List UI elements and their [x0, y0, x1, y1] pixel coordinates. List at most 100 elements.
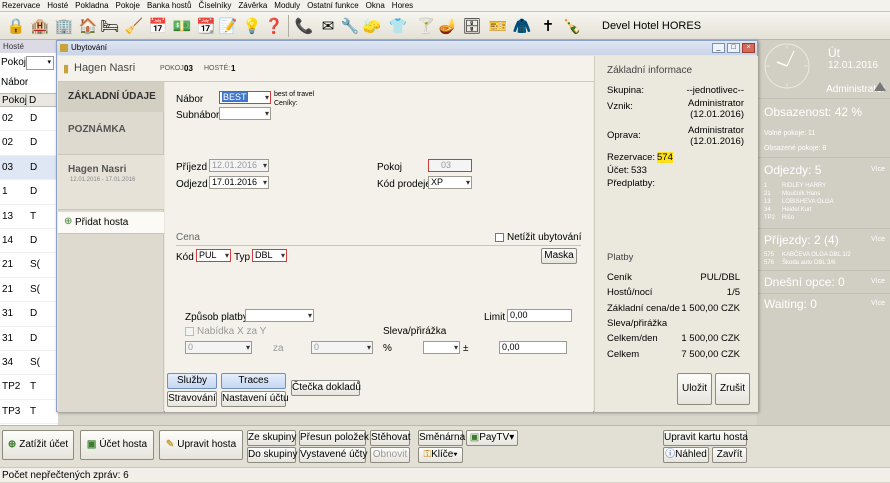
- second-column-header[interactable]: D: [26, 94, 36, 107]
- guest-row[interactable]: TP2 T: [0, 375, 58, 400]
- calendar-2-icon[interactable]: 📆: [196, 15, 216, 37]
- arrival-item[interactable]: 575 KABČEVA OLGA DBL 1/2: [764, 252, 851, 258]
- cancel-button[interactable]: Zrušit: [715, 373, 750, 405]
- code-select[interactable]: PUL: [196, 249, 231, 262]
- guest-row[interactable]: TP3 T: [0, 400, 58, 425]
- broom-icon[interactable]: 🧽: [362, 15, 382, 37]
- menu-item[interactable]: Hores: [392, 0, 413, 11]
- guest-entry[interactable]: Hagen Nasri 12.01.2016 - 17.01.2016: [58, 154, 164, 210]
- cocktail-icon[interactable]: 🍸: [416, 15, 436, 37]
- keys-button[interactable]: ⚿Klíče▾: [418, 447, 463, 463]
- departure-item[interactable]: 13 LOBISHEVA OLGA: [764, 199, 834, 205]
- waiting-section[interactable]: Waiting: 0 Více: [757, 293, 890, 315]
- departure-item[interactable]: 1 RIDLEY HARRY: [764, 183, 826, 189]
- add-guest-button[interactable]: ⊕ Přidat hosta: [58, 212, 164, 234]
- coat-hanger-icon[interactable]: 🧥: [512, 15, 532, 37]
- issued-accounts-button[interactable]: Vystavené účty: [299, 447, 367, 463]
- menu-item[interactable]: Pokoje: [116, 0, 140, 11]
- menu-item[interactable]: Ostatní funkce: [307, 0, 359, 11]
- payment-method-select[interactable]: [245, 309, 314, 322]
- menu-item[interactable]: Banka hostů: [147, 0, 191, 11]
- exchange-button[interactable]: Směnárna: [418, 430, 465, 446]
- charge-account-button[interactable]: ⊕ Zatížit účet: [2, 430, 74, 460]
- traces-button[interactable]: Traces: [221, 373, 286, 389]
- departures-more-link[interactable]: Více: [871, 166, 885, 173]
- tab-basic-info[interactable]: ZÁKLADNÍ ÚDAJE: [58, 82, 164, 112]
- dont-charge-checkbox[interactable]: [495, 233, 504, 242]
- document-reader-button[interactable]: Čtečka dokladů: [291, 380, 361, 396]
- lock-icon[interactable]: 🔒: [6, 15, 26, 37]
- guest-row[interactable]: 03 D: [0, 155, 58, 181]
- wrench-icon[interactable]: 🔧: [340, 15, 360, 37]
- arrivals-section[interactable]: Příjezdy: 2 (4) Více 575 KABČEVA OLGA DBL…: [757, 228, 890, 269]
- hotel-add-icon[interactable]: 🏨: [30, 15, 50, 37]
- maximize-icon[interactable]: □: [727, 43, 740, 53]
- options-more-link[interactable]: Více: [871, 278, 885, 285]
- sales-code-select[interactable]: XP: [428, 176, 472, 189]
- arrivals-more-link[interactable]: Více: [871, 236, 885, 243]
- save-button[interactable]: Uložit: [677, 373, 712, 405]
- building-icon[interactable]: 🏢: [54, 15, 74, 37]
- lamp-icon[interactable]: 🪔: [438, 15, 458, 37]
- message-icon[interactable]: ✉: [318, 15, 338, 37]
- paytv-button[interactable]: ▣PayTV▾: [466, 430, 518, 446]
- mask-button[interactable]: Maska: [541, 248, 577, 264]
- limit-field[interactable]: 0,00: [507, 309, 572, 322]
- departure-date-field[interactable]: 17.01.2016: [209, 176, 269, 189]
- arrival-item[interactable]: 576 Škoda auto DBL 3/6: [764, 260, 835, 266]
- discount-type-select[interactable]: [423, 341, 460, 354]
- menu-item[interactable]: Závěrka: [238, 0, 267, 11]
- guest-account-button[interactable]: ▣ Účet hosta: [80, 430, 154, 460]
- guest-row[interactable]: 02 D: [0, 131, 58, 156]
- arrival-date-field[interactable]: 12.01.2016: [209, 159, 269, 172]
- offer-y-field[interactable]: 0: [311, 341, 373, 354]
- subnabor-select[interactable]: [219, 107, 271, 120]
- cash-register-icon[interactable]: 💵: [172, 15, 192, 37]
- departure-item[interactable]: 34 Heidel Kurt: [764, 207, 812, 213]
- edit-guest-button[interactable]: ✎ Upravit hosta: [159, 430, 243, 460]
- offer-x-field[interactable]: 0: [185, 341, 252, 354]
- guest-row[interactable]: 31 D: [0, 302, 58, 327]
- bottle-icon[interactable]: 🍾: [562, 15, 582, 37]
- departure-item[interactable]: TP2 Rišo: [764, 215, 794, 221]
- cleaning-icon[interactable]: 🧹: [124, 15, 144, 37]
- menu-item[interactable]: Pokladna: [75, 0, 108, 11]
- catering-button[interactable]: Stravování: [167, 391, 217, 407]
- lightbulb-icon[interactable]: 💡: [242, 15, 262, 37]
- safe-icon[interactable]: 🗄: [462, 15, 482, 37]
- to-group-button[interactable]: Do skupiny: [247, 447, 297, 463]
- menu-item[interactable]: Rezervace: [2, 0, 40, 11]
- minimize-icon[interactable]: _: [712, 43, 725, 53]
- edit-guest-card-button[interactable]: Upravit kartu hosta: [663, 430, 748, 446]
- discount-value-field[interactable]: 0,00: [499, 341, 567, 354]
- guest-row[interactable]: 02 D: [0, 107, 58, 132]
- cross-icon[interactable]: ✝: [538, 15, 558, 37]
- menu-item[interactable]: Moduly: [274, 0, 300, 11]
- calendar-icon[interactable]: 📅: [148, 15, 168, 37]
- reservation-value[interactable]: 574: [657, 152, 673, 163]
- guests-list-header[interactable]: Pokoj D: [0, 93, 58, 107]
- close-button[interactable]: Zavřít: [712, 447, 747, 463]
- relocate-button[interactable]: Stěhovat: [370, 430, 410, 446]
- guest-row[interactable]: 1D: [0, 180, 58, 205]
- tab-note[interactable]: POZNÁMKA: [58, 115, 164, 145]
- nabor-select[interactable]: BEST: [219, 91, 271, 104]
- iron-icon[interactable]: 👕: [388, 15, 408, 37]
- guest-row[interactable]: 14 D: [0, 229, 58, 254]
- refresh-button[interactable]: Obnovit: [370, 447, 410, 463]
- occupancy-section[interactable]: Obsazenost: 42 % Volné pokoje: 11 Obsaze…: [757, 98, 890, 152]
- waiting-more-link[interactable]: Více: [871, 300, 885, 307]
- guest-row[interactable]: 31 D: [0, 327, 58, 351]
- guest-row[interactable]: 34 S(: [0, 351, 58, 376]
- options-section[interactable]: Dnešní opce: 0 Více: [757, 270, 890, 292]
- document-edit-icon[interactable]: 📝: [218, 15, 238, 37]
- guest-row[interactable]: 21 S(: [0, 253, 58, 278]
- room-field[interactable]: 03: [428, 159, 472, 172]
- guest-row[interactable]: 21 S(: [0, 278, 58, 303]
- phone-icon[interactable]: 📞: [294, 15, 314, 37]
- services-button[interactable]: Služby: [167, 373, 217, 389]
- departures-section[interactable]: Odjezdy: 5 Více 1 RIDLEY HARRY 21 Moučník H…: [757, 157, 890, 227]
- close-icon[interactable]: ×: [742, 43, 755, 53]
- home-icon[interactable]: 🏠: [78, 15, 98, 37]
- menu-item[interactable]: Okna: [366, 0, 385, 11]
